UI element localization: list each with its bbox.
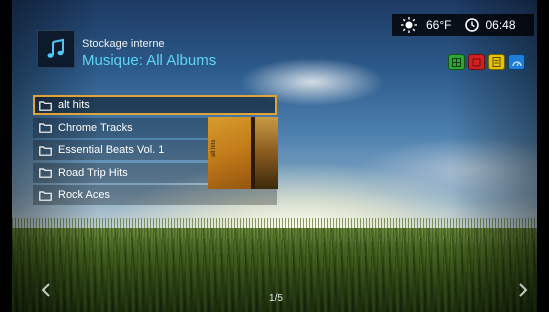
list-item[interactable]: alt hits [33, 95, 277, 115]
screen-frame-left [0, 0, 12, 312]
dial-icon [511, 60, 522, 66]
list-item-label: Chrome Tracks [58, 121, 133, 134]
folder-icon [39, 190, 52, 201]
chevron-left-icon[interactable] [41, 283, 51, 297]
green-button[interactable] [448, 54, 465, 70]
list-item-label: Road Trip Hits [58, 166, 128, 179]
folder-icon [39, 123, 52, 133]
yellow-button[interactable] [488, 54, 505, 70]
page-title: Musique: All Albums [82, 52, 217, 69]
screen-frame-right [537, 0, 549, 312]
doc-icon [492, 57, 501, 67]
music-note-icon [37, 30, 75, 68]
storage-label: Stockage interne [82, 38, 165, 50]
album-cover-photo [255, 117, 278, 189]
folder-icon [39, 145, 52, 156]
grid-icon [452, 57, 461, 67]
color-buttons [448, 54, 525, 70]
temperature: 66°F [426, 18, 452, 32]
list-item-label: Rock Aces [58, 189, 110, 201]
list-item-label: alt hits [58, 99, 90, 111]
folder-icon [39, 168, 52, 178]
list-item-label: Essential Beats Vol. 1 [58, 144, 165, 156]
status-bar: 66°F 06:48 [392, 14, 534, 36]
album-cover: alt hits [208, 117, 278, 189]
album-cover-text: alt hits [211, 139, 217, 157]
chevron-right-icon[interactable] [518, 283, 528, 297]
red-button[interactable] [468, 54, 485, 70]
page-indicator: 1/5 [269, 293, 283, 304]
clock-icon [465, 18, 480, 32]
red-glyph-icon [472, 58, 481, 66]
clock-time: 06:48 [485, 18, 516, 32]
sun-icon [401, 17, 417, 33]
media-browser-screen: Stockage interne Musique: All Albums 66°… [0, 0, 549, 312]
blue-button[interactable] [508, 54, 525, 70]
folder-icon [39, 100, 52, 111]
